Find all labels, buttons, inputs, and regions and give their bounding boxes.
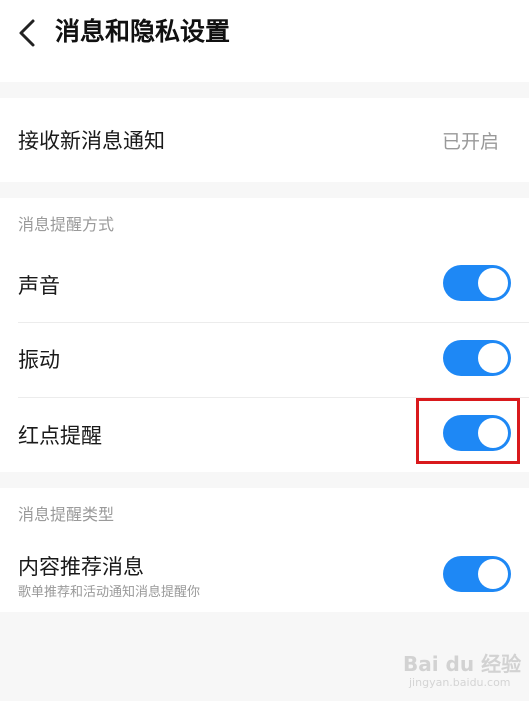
reminder-type-card: 消息提醒类型 内容推荐消息 歌单推荐和活动通知消息提醒你 <box>0 488 529 612</box>
sound-label: 声音 <box>18 274 60 298</box>
content-recommendation-label: 内容推荐消息 <box>18 555 144 579</box>
toggle-knob <box>478 559 508 589</box>
receive-notifications-status: 已开启 <box>441 131 499 153</box>
red-dot-toggle[interactable] <box>443 415 511 451</box>
divider <box>18 322 529 323</box>
receive-notifications-label: 接收新消息通知 <box>18 129 165 153</box>
watermark: Bai du 经验 jingyan.baidu.com <box>403 648 523 694</box>
toggle-knob <box>478 418 508 448</box>
watermark-url: jingyan.baidu.com <box>409 676 511 689</box>
toggle-knob <box>478 343 508 373</box>
section-header-reminder-method: 消息提醒方式 <box>18 215 115 234</box>
content-recommendation-toggle[interactable] <box>443 556 511 592</box>
receive-notifications-card[interactable]: 接收新消息通知 已开启 <box>0 98 529 182</box>
toggle-knob <box>478 268 508 298</box>
page-title: 消息和隐私设置 <box>55 17 231 46</box>
red-dot-label: 红点提醒 <box>18 424 102 448</box>
vibration-label: 振动 <box>18 348 60 372</box>
content-recommendation-description: 歌单推荐和活动通知消息提醒你 <box>18 585 201 600</box>
sound-toggle[interactable] <box>443 265 511 301</box>
top-bar: 消息和隐私设置 <box>0 0 529 82</box>
section-header-reminder-type: 消息提醒类型 <box>18 505 115 524</box>
chevron-left-icon[interactable] <box>14 18 40 48</box>
vibration-toggle[interactable] <box>443 340 511 376</box>
reminder-method-card: 消息提醒方式 声音 振动 红点提醒 <box>0 198 529 472</box>
watermark-logo-text: Bai du 经验 <box>403 652 522 676</box>
divider <box>18 397 529 398</box>
